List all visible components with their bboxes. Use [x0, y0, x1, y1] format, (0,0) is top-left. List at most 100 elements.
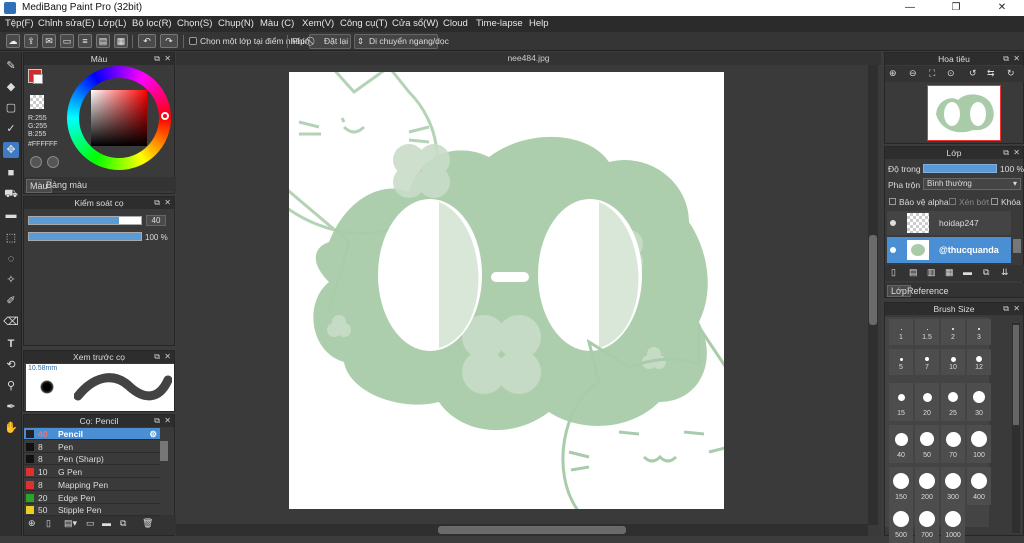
operation-tool-icon[interactable]: ⟲	[3, 357, 19, 373]
eyedropper-tool-icon[interactable]: ⚲	[3, 378, 19, 394]
hue-wheel[interactable]	[67, 66, 171, 170]
copy-brush-icon[interactable]: ⧉	[120, 518, 126, 529]
gradient-tool-icon[interactable]: ▬	[3, 207, 19, 223]
navigator-thumbnail[interactable]	[927, 85, 1001, 141]
menu-snap[interactable]: Chụp(N)	[218, 18, 254, 29]
eye-icon[interactable]	[890, 220, 896, 226]
brush-tool-icon[interactable]: ✎	[3, 58, 19, 74]
lock-checkbox[interactable]	[991, 198, 998, 205]
tab-reference[interactable]: Reference	[907, 286, 949, 296]
restore-button[interactable]: ❐	[934, 0, 978, 16]
brush-size-cell[interactable]: 500	[889, 505, 913, 543]
menu-view[interactable]: Xem(V)	[302, 18, 334, 29]
new-brush-icon[interactable]: ▯	[46, 518, 51, 529]
brush-item[interactable]: 20 Edge Pen	[24, 492, 160, 504]
saturation-value-square[interactable]	[91, 90, 147, 146]
tab-palette[interactable]: Bảng màu	[46, 180, 87, 190]
brush-size-cell[interactable]: 1000	[941, 505, 965, 543]
eraser-tool-icon[interactable]: ◆	[3, 79, 19, 95]
select-pen-tool-icon[interactable]: ✐	[3, 293, 19, 309]
comment-icon[interactable]: ✉	[42, 34, 56, 48]
move-tool-icon[interactable]: ✥	[3, 142, 19, 158]
clipping-checkbox[interactable]	[949, 198, 956, 205]
close-icon[interactable]: ✕	[164, 197, 171, 209]
check-tool-icon[interactable]: ✓	[3, 121, 19, 137]
brush-size-cell[interactable]: 7	[915, 349, 939, 375]
brush-size-cell[interactable]: 1	[889, 319, 913, 345]
close-icon[interactable]: ✕	[164, 415, 171, 427]
layer-opacity-slider[interactable]	[923, 164, 997, 173]
brush-size-cell[interactable]: 50	[915, 425, 939, 463]
blend-select[interactable]: Bình thường ▾	[923, 178, 1021, 190]
zoom-out-icon[interactable]: ⊖	[909, 68, 917, 79]
grid-icon[interactable]: ▦	[114, 34, 128, 48]
bucket-tool-icon[interactable]: ⛟	[3, 186, 19, 202]
text-tool-icon[interactable]: T	[3, 336, 19, 352]
select-tool-icon[interactable]: ⬚	[3, 230, 19, 246]
close-icon[interactable]: ✕	[164, 53, 171, 65]
close-button[interactable]: ✕	[980, 0, 1024, 16]
palette-icon[interactable]	[30, 156, 42, 168]
new-layer-icon[interactable]: ▯	[891, 267, 896, 278]
close-icon[interactable]: ✕	[1013, 53, 1020, 65]
merge-layer-icon[interactable]: ⇊	[1001, 267, 1009, 278]
brush-size-cell[interactable]: 400	[967, 467, 991, 505]
close-icon[interactable]: ✕	[164, 351, 171, 363]
brush-size-cell[interactable]: 25	[941, 383, 965, 421]
brush-item[interactable]: 10 G Pen	[24, 466, 160, 479]
brush-list-scrollbar[interactable]	[160, 441, 168, 461]
brush-item[interactable]: 8 Pen	[24, 441, 160, 453]
size-slider[interactable]	[28, 216, 142, 225]
eye-icon[interactable]	[890, 247, 896, 253]
brush-size-cell[interactable]: 150	[889, 467, 913, 505]
brush-size-cell[interactable]: 700	[915, 505, 939, 543]
brush-item[interactable]: 8 Mapping Pen	[24, 479, 160, 491]
opacity-slider[interactable]	[28, 232, 142, 241]
brush-item[interactable]: 8 Pen (Sharp)	[24, 453, 160, 466]
flip-icon[interactable]: ⇆	[987, 68, 995, 79]
popout-icon[interactable]: ⧉	[1003, 303, 1009, 315]
pen-tool-icon[interactable]: ✒	[3, 399, 19, 415]
background-swatch[interactable]	[33, 74, 43, 84]
menu-file[interactable]: Tệp(F)	[5, 18, 34, 29]
artboard[interactable]	[289, 72, 724, 509]
vertical-scrollbar[interactable]	[868, 65, 878, 525]
popout-icon[interactable]: ⧉	[154, 415, 160, 427]
brush-item[interactable]: 40 Pencil ⚙	[24, 428, 160, 440]
brush-size-cell[interactable]: 30	[967, 383, 991, 421]
brush-size-cell[interactable]: 40	[889, 425, 913, 463]
actual-size-icon[interactable]: ⊙	[947, 68, 955, 79]
folder-icon[interactable]: ▬	[102, 518, 111, 528]
document-tab[interactable]: nee484.jpg	[176, 52, 881, 65]
brush-size-cell[interactable]: 15	[889, 383, 913, 421]
brush-size-cell[interactable]: 10	[941, 349, 965, 375]
menu-edit[interactable]: Chỉnh sửa(E)	[38, 18, 95, 29]
share-icon[interactable]: ⇪	[24, 34, 38, 48]
brush-size-cell[interactable]: 300	[941, 467, 965, 505]
brush-item[interactable]: 50 Stipple Pen	[24, 504, 160, 517]
menu-filter[interactable]: Bộ lọc(R)	[132, 18, 172, 29]
popout-icon[interactable]: ⧉	[1003, 147, 1009, 159]
menu-tools[interactable]: Công cụ(T)	[340, 18, 388, 29]
brush-size-scrollbar[interactable]	[1012, 323, 1020, 533]
layer-row-hoidap247[interactable]: hoidap247	[887, 211, 1011, 235]
menu-select[interactable]: Chọn(S)	[177, 18, 212, 29]
brush-size-cell[interactable]: 2	[941, 319, 965, 345]
layer-scrollbar[interactable]	[1013, 239, 1021, 253]
hue-marker[interactable]	[161, 112, 169, 120]
rect-tool-icon[interactable]: ▢	[3, 100, 19, 116]
redo-icon[interactable]: ↷	[160, 34, 178, 48]
fit-icon[interactable]: ⛶	[929, 68, 935, 79]
move-hv-button[interactable]: ⇕ Di chuyển ngang/dọc	[354, 34, 449, 49]
menu-cloud[interactable]: Cloud	[443, 18, 468, 29]
close-icon[interactable]: ✕	[1013, 147, 1020, 159]
brush-size-cell[interactable]: 3	[967, 319, 991, 345]
add-brush-icon[interactable]: ⊕	[28, 518, 36, 529]
popout-icon[interactable]: ⧉	[154, 53, 160, 65]
popout-icon[interactable]: ⧉	[154, 351, 160, 363]
brush-size-cell[interactable]: 70	[941, 425, 965, 463]
brush-size-cell[interactable]: 12	[967, 349, 991, 375]
menu-layer[interactable]: Lớp(L)	[98, 18, 126, 29]
cloud-icon[interactable]: ☁	[6, 34, 20, 48]
layer-row-thucquanda[interactable]: @thucquanda	[887, 237, 1011, 263]
